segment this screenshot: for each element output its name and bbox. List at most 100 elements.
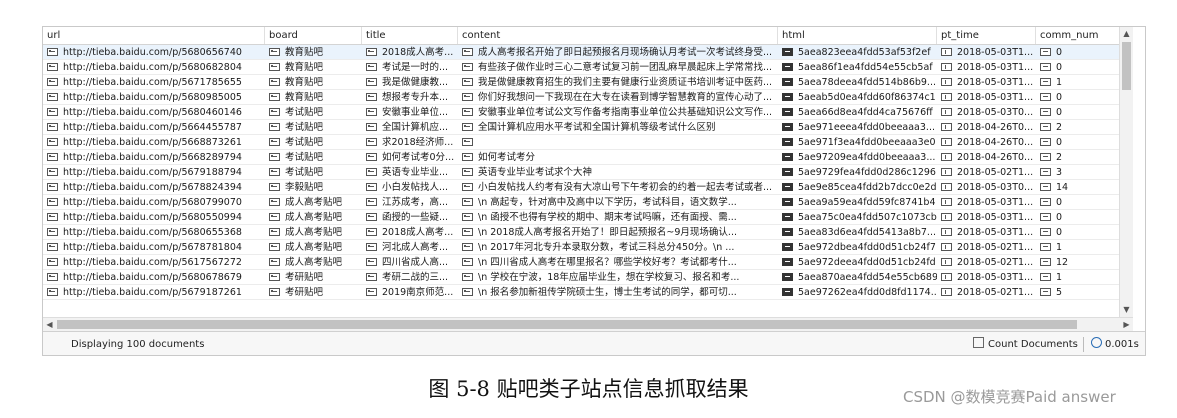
cell-board[interactable]: 考研贴吧 xyxy=(265,270,362,285)
cell-html[interactable]: 5aea86f1ea4fdd54e55cb5af xyxy=(778,60,937,75)
cell-content[interactable]: 我是做健康教育招生的我们主要有健康行业资质证书培训考证中医药... xyxy=(458,75,778,90)
cell-content[interactable]: 你们好我想问一下我现在在大专在读看到博学智慧教育的宣传心动了... xyxy=(458,90,778,105)
count-documents-button[interactable]: Count Documents xyxy=(973,337,1078,352)
cell-html[interactable]: 5aea9a59ea4fdd59fc8741b4 xyxy=(778,195,937,210)
cell-html[interactable]: 5ae971eeea4fdd0beeaaa3... xyxy=(778,120,937,135)
cell-html[interactable]: 5ae9e85cea4fdd2b7dcc0e2d xyxy=(778,180,937,195)
cell-content[interactable]: 全国计算机应用水平考试和全国计算机等级考试什么区别 xyxy=(458,120,778,135)
cell-board[interactable]: 成人高考贴吧 xyxy=(265,255,362,270)
cell-board[interactable]: 考研贴吧 xyxy=(265,285,362,300)
cell-board[interactable]: 教育贴吧 xyxy=(265,60,362,75)
cell-board[interactable]: 成人高考贴吧 xyxy=(265,225,362,240)
cell-pt-time[interactable]: 2018-05-02T1... xyxy=(937,255,1036,270)
cell-content[interactable]: 有些孩子做作业时三心二意考试复习前一团乱麻早晨起床上学常常找... xyxy=(458,60,778,75)
cell-title[interactable]: 英语专业毕业... xyxy=(362,165,458,180)
cell-url[interactable]: http://tieba.baidu.com/p/5678824394 xyxy=(43,180,265,195)
table-row[interactable]: http://tieba.baidu.com/p/5678824394 李毅贴吧 小… xyxy=(43,180,1133,195)
cell-content[interactable] xyxy=(458,135,778,150)
horizontal-scrollbar[interactable]: ◀ ▶ xyxy=(43,317,1133,331)
cell-url[interactable]: http://tieba.baidu.com/p/5679187261 xyxy=(43,285,265,300)
cell-pt-time[interactable]: 2018-05-03T1... xyxy=(937,210,1036,225)
cell-url[interactable]: http://tieba.baidu.com/p/5668873261 xyxy=(43,135,265,150)
column-header-pt-time[interactable]: pt_time xyxy=(937,27,1036,44)
cell-html[interactable]: 5aea75c0ea4fdd507c1073cb xyxy=(778,210,937,225)
cell-title[interactable]: 江苏成考，高... xyxy=(362,195,458,210)
cell-url[interactable]: http://tieba.baidu.com/p/5671785655 xyxy=(43,75,265,90)
cell-content[interactable]: 英语专业毕业考试求个大神 xyxy=(458,165,778,180)
cell-pt-time[interactable]: 2018-04-26T0... xyxy=(937,150,1036,165)
cell-content[interactable]: \n 高起专，针对高中及高中以下学历，考试科目，语文数学... xyxy=(458,195,778,210)
cell-title[interactable]: 四川省成人高... xyxy=(362,255,458,270)
table-row[interactable]: http://tieba.baidu.com/p/5679187261 考研贴吧 2… xyxy=(43,285,1133,300)
cell-pt-time[interactable]: 2018-04-26T0... xyxy=(937,135,1036,150)
cell-html[interactable]: 5ae972dbea4fdd0d51cb24f7 xyxy=(778,240,937,255)
cell-url[interactable]: http://tieba.baidu.com/p/5664455787 xyxy=(43,120,265,135)
cell-url[interactable]: http://tieba.baidu.com/p/5680550994 xyxy=(43,210,265,225)
column-header-url[interactable]: url xyxy=(43,27,265,44)
cell-board[interactable]: 考试贴吧 xyxy=(265,150,362,165)
column-header-html[interactable]: html xyxy=(778,27,937,44)
cell-board[interactable]: 考试贴吧 xyxy=(265,105,362,120)
cell-url[interactable]: http://tieba.baidu.com/p/5680460146 xyxy=(43,105,265,120)
cell-pt-time[interactable]: 2018-05-03T1... xyxy=(937,270,1036,285)
cell-url[interactable]: http://tieba.baidu.com/p/5680655368 xyxy=(43,225,265,240)
cell-title[interactable]: 考试是一时的... xyxy=(362,60,458,75)
cell-board[interactable]: 成人高考贴吧 xyxy=(265,240,362,255)
scroll-left-arrow-icon[interactable]: ◀ xyxy=(43,319,56,331)
cell-pt-time[interactable]: 2018-05-02T1... xyxy=(937,240,1036,255)
cell-html[interactable]: 5ae97209ea4fdd0beeaaa3... xyxy=(778,150,937,165)
cell-url[interactable]: http://tieba.baidu.com/p/5680799070 xyxy=(43,195,265,210)
table-row[interactable]: http://tieba.baidu.com/p/5664455787 考试贴吧 全… xyxy=(43,120,1133,135)
cell-content[interactable]: \n 四川省成人高考在哪里报名？哪些学校好考？考试都考什... xyxy=(458,255,778,270)
cell-title[interactable]: 小白发帖找人... xyxy=(362,180,458,195)
cell-html[interactable]: 5aea823eea4fdd53af53f2ef xyxy=(778,45,937,60)
cell-board[interactable]: 成人高考贴吧 xyxy=(265,195,362,210)
cell-title[interactable]: 如何考试考0分... xyxy=(362,150,458,165)
cell-title[interactable]: 我是做健康教... xyxy=(362,75,458,90)
cell-content[interactable]: \n 2017年河北专升本录取分数，考试三科总分450分。\n ... xyxy=(458,240,778,255)
cell-board[interactable]: 教育贴吧 xyxy=(265,90,362,105)
cell-board[interactable]: 考试贴吧 xyxy=(265,135,362,150)
cell-board[interactable]: 考试贴吧 xyxy=(265,120,362,135)
cell-html[interactable]: 5ae972deea4fdd0d51cb24fd xyxy=(778,255,937,270)
cell-url[interactable]: http://tieba.baidu.com/p/5680678679 xyxy=(43,270,265,285)
table-row[interactable]: http://tieba.baidu.com/p/5668873261 考试贴吧 求… xyxy=(43,135,1133,150)
cell-url[interactable]: http://tieba.baidu.com/p/5617567272 xyxy=(43,255,265,270)
table-row[interactable]: http://tieba.baidu.com/p/5680682804 教育贴吧 考… xyxy=(43,60,1133,75)
table-row[interactable]: http://tieba.baidu.com/p/5680460146 考试贴吧 安… xyxy=(43,105,1133,120)
cell-html[interactable]: 5aea78deea4fdd514b86b9... xyxy=(778,75,937,90)
cell-pt-time[interactable]: 2018-05-02T1... xyxy=(937,285,1036,300)
column-header-content[interactable]: content xyxy=(458,27,778,44)
cell-pt-time[interactable]: 2018-05-03T0... xyxy=(937,180,1036,195)
cell-url[interactable]: http://tieba.baidu.com/p/5680985005 xyxy=(43,90,265,105)
horizontal-scroll-thumb[interactable] xyxy=(57,320,1077,329)
cell-html[interactable]: 5ae9729fea4fdd0d286c1296 xyxy=(778,165,937,180)
cell-html[interactable]: 5ae971f3ea4fdd0beeaaa3e0 xyxy=(778,135,937,150)
cell-pt-time[interactable]: 2018-05-03T1... xyxy=(937,75,1036,90)
cell-html[interactable]: 5aea870aea4fdd54e55cb689 xyxy=(778,270,937,285)
cell-title[interactable]: 2018成人高考... xyxy=(362,45,458,60)
cell-content[interactable]: \n 2018成人高考报名开始了！即日起预报名~9月现场确认... xyxy=(458,225,778,240)
cell-board[interactable]: 成人高考贴吧 xyxy=(265,210,362,225)
table-row[interactable]: http://tieba.baidu.com/p/5680550994 成人高考贴… xyxy=(43,210,1133,225)
cell-title[interactable]: 2019南京师范... xyxy=(362,285,458,300)
cell-url[interactable]: http://tieba.baidu.com/p/5680682804 xyxy=(43,60,265,75)
cell-title[interactable]: 求2018经济师... xyxy=(362,135,458,150)
column-header-board[interactable]: board xyxy=(265,27,362,44)
table-row[interactable]: http://tieba.baidu.com/p/5680985005 教育贴吧 想… xyxy=(43,90,1133,105)
cell-title[interactable]: 河北成人高考... xyxy=(362,240,458,255)
cell-content[interactable]: \n 函授不也得有学校的期中、期末考试吗嘛，还有面授、需... xyxy=(458,210,778,225)
cell-pt-time[interactable]: 2018-05-03T1... xyxy=(937,60,1036,75)
cell-url[interactable]: http://tieba.baidu.com/p/5668289794 xyxy=(43,150,265,165)
scroll-up-arrow-icon[interactable]: ▲ xyxy=(1120,28,1133,40)
cell-pt-time[interactable]: 2018-05-03T1... xyxy=(937,45,1036,60)
cell-html[interactable]: 5aeab5d0ea4fdd60f86374c1 xyxy=(778,90,937,105)
cell-url[interactable]: http://tieba.baidu.com/p/5680656740 xyxy=(43,45,265,60)
cell-url[interactable]: http://tieba.baidu.com/p/5679188794 xyxy=(43,165,265,180)
scroll-right-arrow-icon[interactable]: ▶ xyxy=(1120,319,1133,331)
cell-pt-time[interactable]: 2018-05-02T1... xyxy=(937,165,1036,180)
cell-pt-time[interactable]: 2018-05-03T1... xyxy=(937,225,1036,240)
table-row[interactable]: http://tieba.baidu.com/p/5680655368 成人高考贴… xyxy=(43,225,1133,240)
table-row[interactable]: http://tieba.baidu.com/p/5617567272 成人高考贴… xyxy=(43,255,1133,270)
cell-title[interactable]: 想报考专升本... xyxy=(362,90,458,105)
